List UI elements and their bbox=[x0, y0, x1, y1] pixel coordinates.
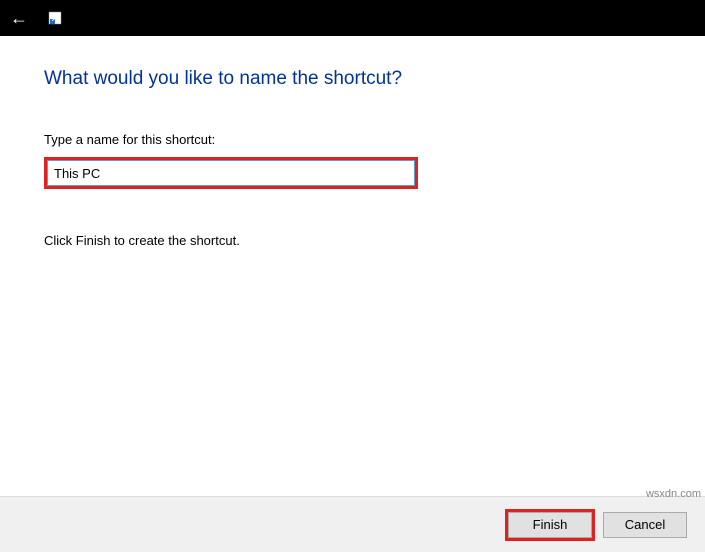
input-highlight bbox=[44, 157, 418, 189]
cancel-button[interactable]: Cancel bbox=[603, 512, 687, 538]
footer-bar: Finish Cancel bbox=[0, 496, 705, 552]
instruction-text: Click Finish to create the shortcut. bbox=[44, 233, 661, 248]
back-arrow-icon[interactable]: ← bbox=[10, 8, 28, 29]
finish-highlight: Finish bbox=[505, 509, 595, 541]
wizard-heading: What would you like to name the shortcut… bbox=[44, 68, 661, 90]
titlebar: ← bbox=[0, 0, 705, 36]
input-label: Type a name for this shortcut: bbox=[44, 132, 661, 147]
wizard-content: What would you like to name the shortcut… bbox=[0, 36, 705, 248]
shortcut-icon bbox=[48, 11, 62, 25]
watermark-text: wsxdn.com bbox=[646, 488, 701, 500]
finish-button[interactable]: Finish bbox=[508, 512, 592, 538]
shortcut-name-input[interactable] bbox=[47, 160, 415, 186]
